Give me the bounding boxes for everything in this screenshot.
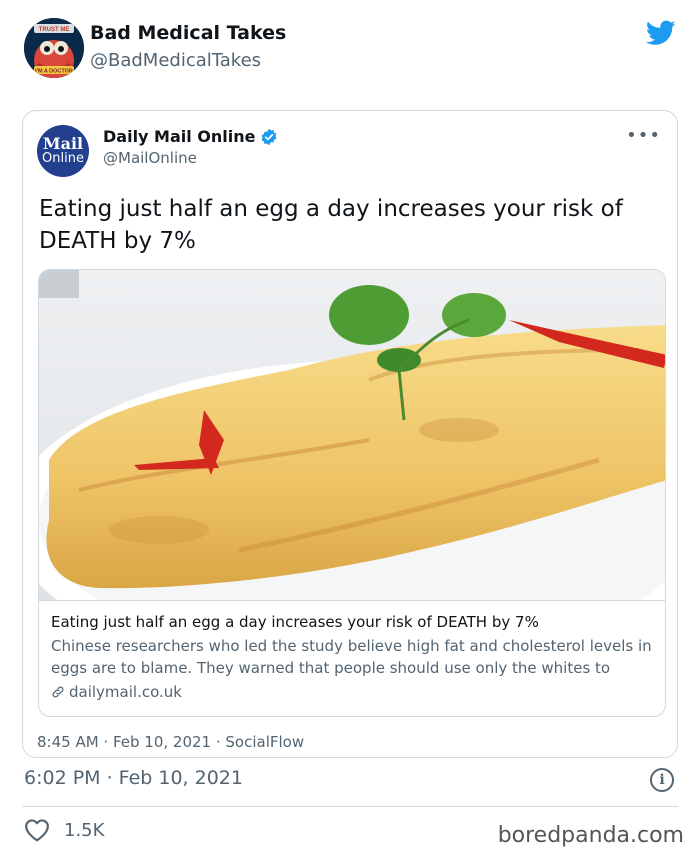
quoted-tweet-text: Eating just half an egg a day increases …	[39, 196, 623, 254]
avatar-caption-bottom: I'M A DOCTOR	[35, 69, 73, 75]
link-preview-meta[interactable]: Eating just half an egg a day increases …	[39, 600, 665, 716]
twitter-bird-icon[interactable]	[646, 20, 676, 46]
mail-logo-line1: Mail	[42, 134, 84, 153]
link-title[interactable]: Eating just half an egg a day increases …	[51, 611, 655, 633]
author-name[interactable]: Bad Medical Takes	[90, 22, 286, 44]
quoted-tweet-card[interactable]: Mail Online Daily Mail Online @MailOnlin…	[22, 110, 678, 758]
zoidberg-avatar-image: TRUST ME I'M A DOCTOR	[24, 18, 84, 78]
quoted-tweet-footer: 8:45 AM · Feb 10, 2021 · SocialFlow	[37, 733, 305, 751]
divider	[22, 806, 678, 807]
info-icon[interactable]: i	[650, 768, 674, 792]
heart-icon	[25, 819, 49, 842]
like-count: 1.5K	[64, 819, 105, 841]
quoted-name-row[interactable]: Daily Mail Online	[103, 127, 278, 146]
quoted-name[interactable]: Daily Mail Online	[103, 127, 256, 146]
author-avatar[interactable]: TRUST ME I'M A DOCTOR	[24, 18, 84, 78]
link-domain[interactable]: dailymail.co.uk	[69, 681, 182, 703]
author-handle[interactable]: @BadMedicalTakes	[90, 50, 261, 71]
quoted-handle[interactable]: @MailOnline	[103, 149, 197, 167]
link-icon	[52, 686, 64, 698]
link-preview-card[interactable]: Eating just half an egg a day increases …	[38, 269, 666, 717]
omelette-image	[39, 270, 665, 600]
avatar-caption-top: TRUST ME	[39, 27, 70, 33]
more-icon[interactable]: •••	[626, 125, 661, 146]
mail-logo-line2: Online	[42, 151, 84, 166]
verified-badge-icon	[261, 128, 276, 145]
link-description: Chinese researchers who led the study be…	[51, 637, 652, 677]
quoted-avatar[interactable]: Mail Online	[37, 125, 89, 177]
like-button[interactable]: 1.5K	[24, 818, 104, 842]
boredpanda-watermark: boredpanda.com	[497, 823, 684, 848]
link-domain-row[interactable]: dailymail.co.uk	[51, 681, 655, 703]
tweet-timestamp[interactable]: 6:02 PM · Feb 10, 2021	[24, 767, 243, 789]
